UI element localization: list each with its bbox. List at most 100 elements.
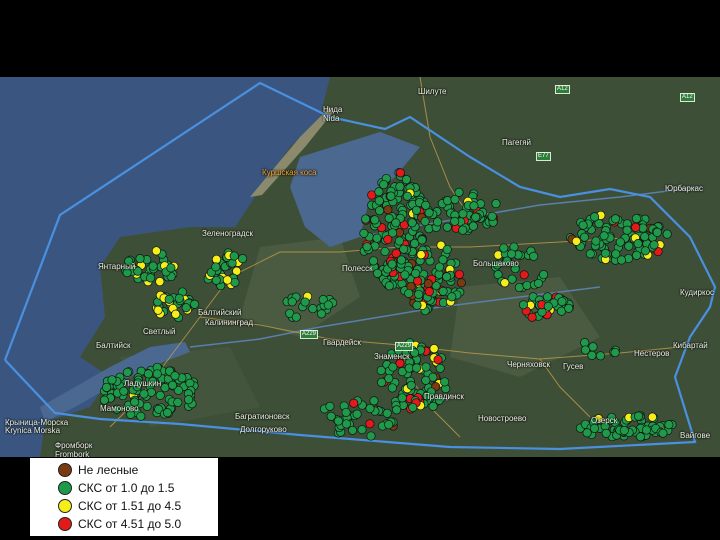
legend-label: СКС от 1.51 до 4.5 [78, 499, 182, 513]
forest-point-marker [635, 432, 646, 442]
forest-point-marker [325, 401, 335, 411]
forest-point-marker [349, 398, 359, 408]
legend-label: СКС от 1.0 до 1.5 [78, 481, 175, 495]
forest-point-marker [397, 393, 407, 403]
forest-point-marker [647, 412, 657, 422]
forest-point-marker [412, 363, 422, 373]
forest-point-marker [387, 383, 397, 393]
forest-point-marker [442, 196, 453, 206]
forest-point-marker [519, 270, 529, 280]
forest-point-marker [185, 378, 195, 388]
forest-point-marker [447, 292, 457, 302]
forest-point-marker [411, 268, 421, 278]
forest-point-marker [162, 408, 172, 418]
forest-point-marker [361, 214, 371, 224]
place-label: Черняховск [507, 360, 550, 369]
forest-point-marker [518, 300, 529, 310]
place-label: Полесск [342, 264, 373, 273]
forest-point-marker [619, 425, 629, 436]
forest-point-marker [184, 395, 194, 405]
place-label: Зеленоградск [202, 229, 253, 238]
forest-point-marker [421, 375, 431, 385]
forest-point-marker [374, 187, 384, 197]
forest-point-marker [442, 222, 452, 232]
forest-point-marker [631, 213, 642, 224]
forest-point-marker [174, 293, 184, 303]
legend-item-scs-3: СКС от 4.51 до 5.0 [58, 516, 181, 532]
forest-point-marker [394, 236, 404, 246]
forest-point-marker [377, 377, 387, 387]
forest-point-marker [539, 270, 549, 280]
forest-point-marker [585, 249, 595, 259]
forest-point-marker [533, 278, 543, 288]
forest-point-marker [600, 248, 611, 258]
forest-point-marker [433, 217, 443, 227]
place-label: Новостроево [478, 414, 527, 423]
forest-point-marker [146, 387, 156, 397]
forest-point-marker [522, 280, 532, 290]
forest-point-marker [168, 380, 178, 390]
forest-point-marker [352, 409, 362, 419]
forest-point-marker [640, 246, 650, 256]
legend-marker-icon [58, 463, 72, 477]
road-number-badge: A229 [395, 342, 414, 351]
forest-point-marker [388, 362, 398, 372]
forest-point-marker [440, 377, 450, 387]
forest-point-marker [433, 355, 443, 365]
road-number-badge: A12 [680, 93, 695, 102]
forest-point-marker [456, 278, 466, 288]
forest-point-marker [372, 268, 383, 278]
place-label: Кудиркос [680, 288, 715, 297]
forest-point-marker [359, 228, 369, 238]
forest-point-marker [395, 182, 405, 192]
legend-label: СКС от 4.51 до 5.0 [78, 517, 182, 531]
forest-point-marker [229, 251, 239, 261]
legend-item-scs-2: СКС от 1.51 до 4.5 [58, 498, 181, 514]
forest-point-marker [380, 246, 390, 257]
forest-point-marker [316, 309, 327, 319]
forest-point-marker [652, 227, 662, 237]
forest-point-marker [610, 214, 621, 224]
forest-point-marker [599, 231, 609, 241]
place-label: Пагегяй [502, 138, 532, 147]
road-number-badge: A12 [555, 85, 570, 94]
forest-point-marker [155, 277, 165, 287]
forest-point-marker [107, 375, 117, 385]
forest-point-marker [376, 365, 386, 376]
forest-point-marker [173, 397, 183, 407]
forest-point-marker [631, 222, 641, 232]
forest-point-marker [348, 425, 358, 435]
forest-point-marker [211, 262, 221, 272]
forest-point-marker [391, 218, 401, 228]
forest-point-marker [365, 419, 375, 429]
place-label: Светлый [143, 327, 176, 336]
forest-point-marker [164, 294, 174, 304]
forest-point-marker [308, 304, 318, 314]
place-label: Куршская коса [262, 168, 317, 177]
forest-point-marker [622, 225, 632, 235]
forest-point-marker [542, 292, 553, 302]
forest-point-marker [287, 297, 297, 307]
forest-point-marker [420, 216, 430, 227]
place-label: Шилуте [418, 87, 447, 96]
forest-point-marker [435, 363, 445, 373]
forest-point-marker [416, 250, 426, 260]
forest-point-marker [171, 309, 181, 319]
forest-point-marker [323, 300, 333, 310]
forest-point-marker [601, 428, 611, 438]
forest-point-marker [122, 367, 132, 377]
forest-point-marker [102, 382, 112, 392]
forest-point-marker [424, 208, 434, 218]
forest-point-marker [151, 246, 161, 256]
forest-point-marker [211, 254, 222, 264]
forest-point-marker [152, 369, 162, 379]
forest-point-marker [582, 428, 592, 438]
forest-point-marker [658, 428, 668, 438]
place-label: Знаменск [374, 352, 410, 361]
forest-point-marker [291, 312, 301, 322]
place-label: Гусев [563, 362, 584, 371]
forest-point-marker [454, 187, 464, 197]
forest-point-marker [357, 425, 367, 435]
legend: Не лесные СКС от 1.0 до 1.5 СКС от 1.51 … [30, 458, 218, 536]
road-number-badge: E77 [536, 152, 551, 161]
